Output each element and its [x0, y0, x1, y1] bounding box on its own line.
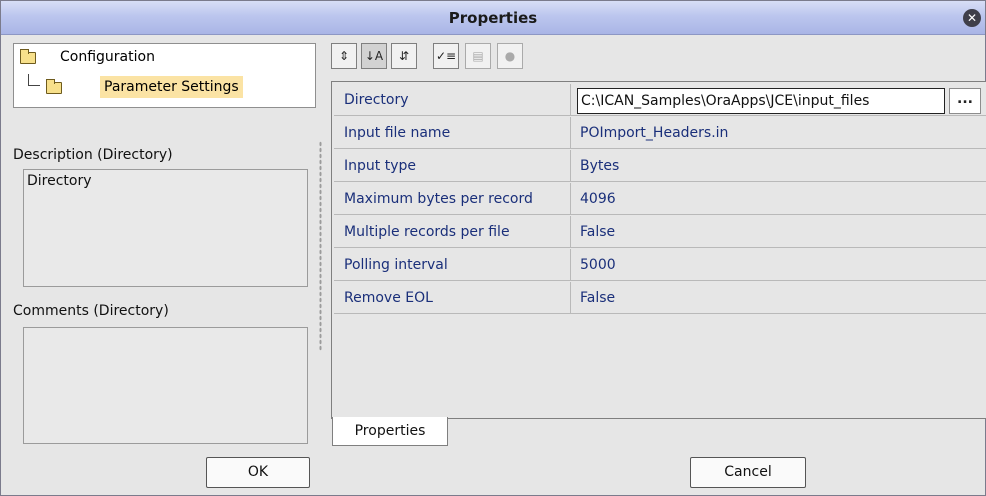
- property-value[interactable]: False: [572, 216, 986, 248]
- close-icon[interactable]: ✕: [963, 9, 981, 27]
- table-row[interactable]: Input file name POImport_Headers.in: [334, 117, 986, 149]
- property-value[interactable]: 5000: [572, 249, 986, 281]
- sort-az-icon[interactable]: ↓A: [361, 43, 387, 69]
- properties-panel: Directory C:\ICAN_Samples\OraApps\JCE\in…: [331, 81, 986, 419]
- table-row[interactable]: Multiple records per file False: [334, 216, 986, 248]
- grid-icon: ▤: [465, 43, 491, 69]
- property-value[interactable]: Bytes: [572, 150, 986, 182]
- splitter-handle[interactable]: [319, 141, 322, 351]
- property-name: Input file name: [334, 117, 571, 149]
- ok-button[interactable]: OK: [206, 457, 310, 488]
- property-name: Maximum bytes per record: [334, 183, 571, 215]
- tree-connector: [28, 74, 40, 86]
- table-row[interactable]: Remove EOL False: [334, 282, 986, 314]
- folder-icon: [20, 49, 36, 64]
- folder-icon: [46, 79, 62, 94]
- property-name: Polling interval: [334, 249, 571, 281]
- sort-category-icon[interactable]: ⇵: [391, 43, 417, 69]
- help-icon: ●: [497, 43, 523, 69]
- table-row[interactable]: Directory C:\ICAN_Samples\OraApps\JCE\in…: [334, 84, 986, 116]
- window-title: Properties: [448, 9, 538, 27]
- cancel-button[interactable]: Cancel: [690, 457, 806, 488]
- directory-input[interactable]: C:\ICAN_Samples\OraApps\JCE\input_files: [577, 88, 945, 114]
- properties-dialog: Properties ✕ Configuration Parameter Set…: [0, 0, 986, 496]
- property-value[interactable]: POImport_Headers.in: [572, 117, 986, 149]
- tree-item-label: Configuration: [60, 49, 155, 65]
- property-value[interactable]: False: [572, 282, 986, 314]
- property-name: Remove EOL: [334, 282, 571, 314]
- table-row[interactable]: Maximum bytes per record 4096: [334, 183, 986, 215]
- table-row[interactable]: Polling interval 5000: [334, 249, 986, 281]
- comments-label: Comments (Directory): [13, 303, 169, 319]
- tab-properties[interactable]: Properties: [332, 417, 448, 446]
- tree-item-parameter-settings[interactable]: Parameter Settings: [100, 76, 243, 98]
- property-name: Input type: [334, 150, 571, 182]
- comments-textarea[interactable]: [23, 327, 308, 444]
- browse-button[interactable]: ...: [949, 88, 981, 114]
- checklist-icon[interactable]: ✓≡: [433, 43, 459, 69]
- configuration-tree: Configuration Parameter Settings: [13, 43, 316, 108]
- tree-item-configuration[interactable]: Configuration: [60, 46, 155, 68]
- property-toolbar: ⇕ ↓A ⇵ ✓≡ ▤ ●: [331, 43, 591, 71]
- description-textarea[interactable]: Directory: [23, 169, 308, 287]
- tree-item-label: Parameter Settings: [104, 79, 239, 95]
- expand-icon[interactable]: ⇕: [331, 43, 357, 69]
- table-row[interactable]: Input type Bytes: [334, 150, 986, 182]
- description-label: Description (Directory): [13, 147, 173, 163]
- property-value[interactable]: 4096: [572, 183, 986, 215]
- property-name: Directory: [334, 84, 571, 116]
- title-bar[interactable]: Properties ✕: [1, 1, 985, 35]
- property-name: Multiple records per file: [334, 216, 571, 248]
